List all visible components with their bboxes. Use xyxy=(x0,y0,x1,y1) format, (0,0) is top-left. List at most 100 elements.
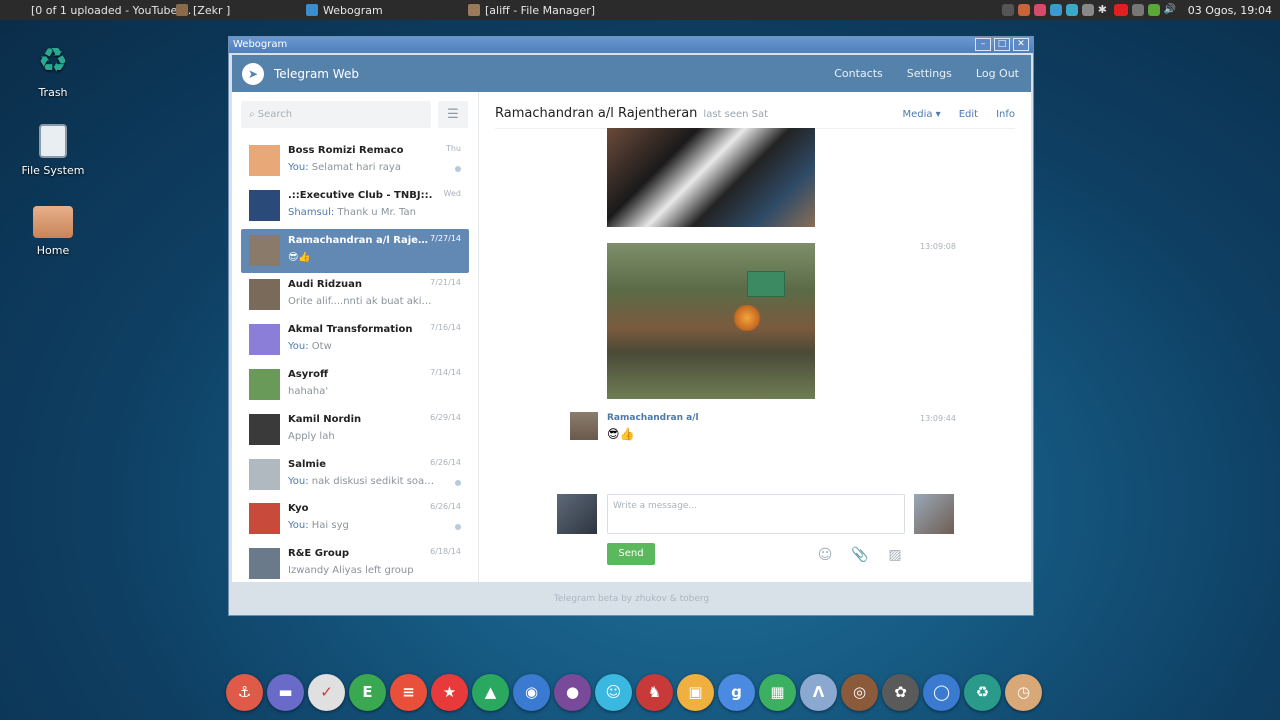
task-label: [aliff - File Manager] xyxy=(485,3,596,17)
chat-sidebar: ⌕ Search ☰ Boss Romizi Remaco Thu You: Sel… xyxy=(232,92,479,582)
chat-list-item[interactable]: Asyroff 7/14/14 hahaha' xyxy=(241,363,469,407)
tray-app-icon[interactable] xyxy=(1049,4,1062,16)
photo-message[interactable] xyxy=(607,128,815,227)
chat-list-item[interactable]: Ramachandran a/l Rajentheran7/27/14 😎👍 xyxy=(241,228,469,273)
tray-app-icon[interactable] xyxy=(1017,4,1030,16)
chat-list-item[interactable]: .::Executive Club - TNBJ::. Wed Shamsul: T… xyxy=(241,184,469,228)
dock-app-icon[interactable]: ◎ xyxy=(841,673,878,711)
dock-app-icon[interactable]: ◷ xyxy=(1005,673,1042,711)
tray-app-icon[interactable] xyxy=(1081,4,1094,16)
nav-settings[interactable]: Settings xyxy=(907,67,952,80)
peer-name-header[interactable]: Ramachandran a/l Rajentheran last seen Sa… xyxy=(495,106,768,121)
chat-preview-sender: You: xyxy=(288,162,309,173)
chat-list-item[interactable]: Boss Romizi Remaco Thu You: Selamat hari r… xyxy=(241,139,469,183)
footer: Telegram beta by zhukov & toberg xyxy=(553,594,710,604)
dock-app-icon[interactable]: ♞ xyxy=(636,673,673,711)
dock-app-icon[interactable]: ♻ xyxy=(964,673,1001,711)
dock-app-icon[interactable]: ▲ xyxy=(472,673,509,711)
peer-avatar[interactable] xyxy=(914,494,954,534)
dock-app-icon[interactable]: ▣ xyxy=(677,673,714,711)
my-avatar[interactable] xyxy=(557,494,597,534)
dock-app-icon[interactable]: ☺ xyxy=(595,673,632,711)
dock-app-icon[interactable]: ⚓ xyxy=(226,673,263,711)
dock-app-icon[interactable]: ✓ xyxy=(308,673,345,711)
menu-icon[interactable]: ☰ xyxy=(438,101,468,128)
chat-list-item[interactable]: Salmie 6/26/14 You: nak diskusi sedikit so… xyxy=(241,453,469,497)
dock-app-icon[interactable]: ✿ xyxy=(882,673,919,711)
chat-list-item[interactable]: Akmal Transformation 7/16/14 You: Otw xyxy=(241,318,469,362)
chat-name: Boss Romizi Remaco xyxy=(288,145,404,156)
chat-preview: hahaha' xyxy=(288,386,436,397)
send-button[interactable]: Send xyxy=(607,543,655,565)
dock-app-icon[interactable]: ▬ xyxy=(267,673,304,711)
chat-list-item[interactable]: Kyo 6/26/14 You: Hai syg xyxy=(241,497,469,541)
clock[interactable]: 03 Ogos, 19:04 xyxy=(1188,4,1272,17)
dock-app-icon[interactable]: g xyxy=(718,673,755,711)
chat-preview-text: Hai syg xyxy=(308,520,349,532)
task-item[interactable]: [Zekr ] xyxy=(170,0,300,20)
peer-name[interactable]: Ramachandran a/l Rajentheran xyxy=(495,106,697,121)
minimize-icon[interactable]: – xyxy=(975,38,991,51)
task-label: Webogram xyxy=(323,3,383,17)
nav-contacts[interactable]: Contacts xyxy=(834,67,883,80)
dock-app-icon[interactable]: ▦ xyxy=(759,673,796,711)
task-item[interactable]: [0 of 1 uploaded - YouTube ... xyxy=(20,0,191,20)
message-sender[interactable]: Ramachandran a/l xyxy=(607,413,699,423)
unread-dot-icon xyxy=(455,479,461,486)
dock-app-icon[interactable]: ● xyxy=(554,673,591,711)
window-title: Webogram xyxy=(233,39,288,50)
photo-icon[interactable]: ▨ xyxy=(886,546,904,564)
nav-logout[interactable]: Log Out xyxy=(976,67,1019,80)
tray-app-icon[interactable] xyxy=(1001,4,1014,16)
dock-app-icon[interactable]: ◉ xyxy=(513,673,550,711)
chat-preview-text: Apply lah xyxy=(288,430,335,442)
chat-date: 6/26/14 xyxy=(430,502,461,512)
dock-app-icon[interactable]: ◯ xyxy=(923,673,960,711)
dock-app-icon[interactable]: Λ xyxy=(800,673,837,711)
tray-app-icon[interactable] xyxy=(1147,4,1160,16)
avatar[interactable] xyxy=(570,412,598,440)
window-titlebar[interactable]: Webogram – □ ✕ xyxy=(229,37,1033,53)
chat-list-item[interactable]: R&E Group 6/18/14 Izwandy Aliyas left grou… xyxy=(241,542,469,586)
task-item[interactable]: Webogram xyxy=(300,0,462,20)
photo-message[interactable] xyxy=(607,243,815,399)
task-list: [0 of 1 uploaded - YouTube ... [Zekr ] Web… xyxy=(20,0,612,20)
task-item[interactable]: [aliff - File Manager] xyxy=(462,0,612,20)
close-icon[interactable]: ✕ xyxy=(1013,38,1029,51)
system-tray: ✱ 🔊 03 Ogos, 19:04 xyxy=(1001,0,1280,20)
emoji-icon[interactable]: ☺ xyxy=(816,546,834,564)
desktop-icon-trash[interactable]: ♻ Trash xyxy=(8,42,98,99)
dock-app-icon[interactable]: ★ xyxy=(431,673,468,711)
desktop-icon-label: File System xyxy=(21,164,85,177)
chat-date: 7/16/14 xyxy=(430,323,461,333)
tray-app-icon[interactable] xyxy=(1131,4,1144,16)
app-name: Telegram Web xyxy=(274,66,359,81)
avatar xyxy=(249,548,280,580)
volume-icon[interactable]: 🔊 xyxy=(1164,4,1176,16)
attach-icon[interactable]: 📎 xyxy=(851,546,869,564)
desktop-icon-file-system[interactable]: File System xyxy=(8,124,98,177)
chat-name: Salmie xyxy=(288,458,327,470)
chat-name: R&E Group xyxy=(288,548,350,560)
search-input[interactable]: ⌕ Search xyxy=(241,101,431,128)
chat-list-item[interactable]: Kamil Nordin 6/29/14 Apply lah xyxy=(241,408,469,452)
chat-preview: You: nak diskusi sedikit soal dokumen xyxy=(288,476,436,487)
desktop-icon-home[interactable]: Home xyxy=(8,206,98,257)
maximize-icon[interactable]: □ xyxy=(994,38,1010,51)
tray-app-icon[interactable] xyxy=(1065,4,1078,16)
media-dropdown[interactable]: Media ▾ xyxy=(902,109,940,120)
telegram-logo-icon: ➤ xyxy=(242,62,264,85)
info-link[interactable]: Info xyxy=(996,109,1015,120)
message-time: 13:09:08 xyxy=(920,242,956,251)
message-input[interactable]: Write a message... xyxy=(607,494,905,534)
header-nav: Contacts Settings Log Out xyxy=(834,55,1019,92)
dock-app-icon[interactable]: ≡ xyxy=(390,673,427,711)
avatar xyxy=(249,413,280,445)
tray-app-icon[interactable] xyxy=(1033,4,1046,16)
chat-list-item[interactable]: Audi Ridzuan 7/21/14 Orite alif....nnti ak… xyxy=(241,273,469,317)
tray-app-icon[interactable] xyxy=(1113,4,1128,16)
dock-app-icon[interactable]: E xyxy=(349,673,386,711)
chat-name: Kamil Nordin xyxy=(288,413,362,425)
edit-link[interactable]: Edit xyxy=(959,109,978,120)
bluetooth-icon[interactable]: ✱ xyxy=(1098,4,1110,16)
